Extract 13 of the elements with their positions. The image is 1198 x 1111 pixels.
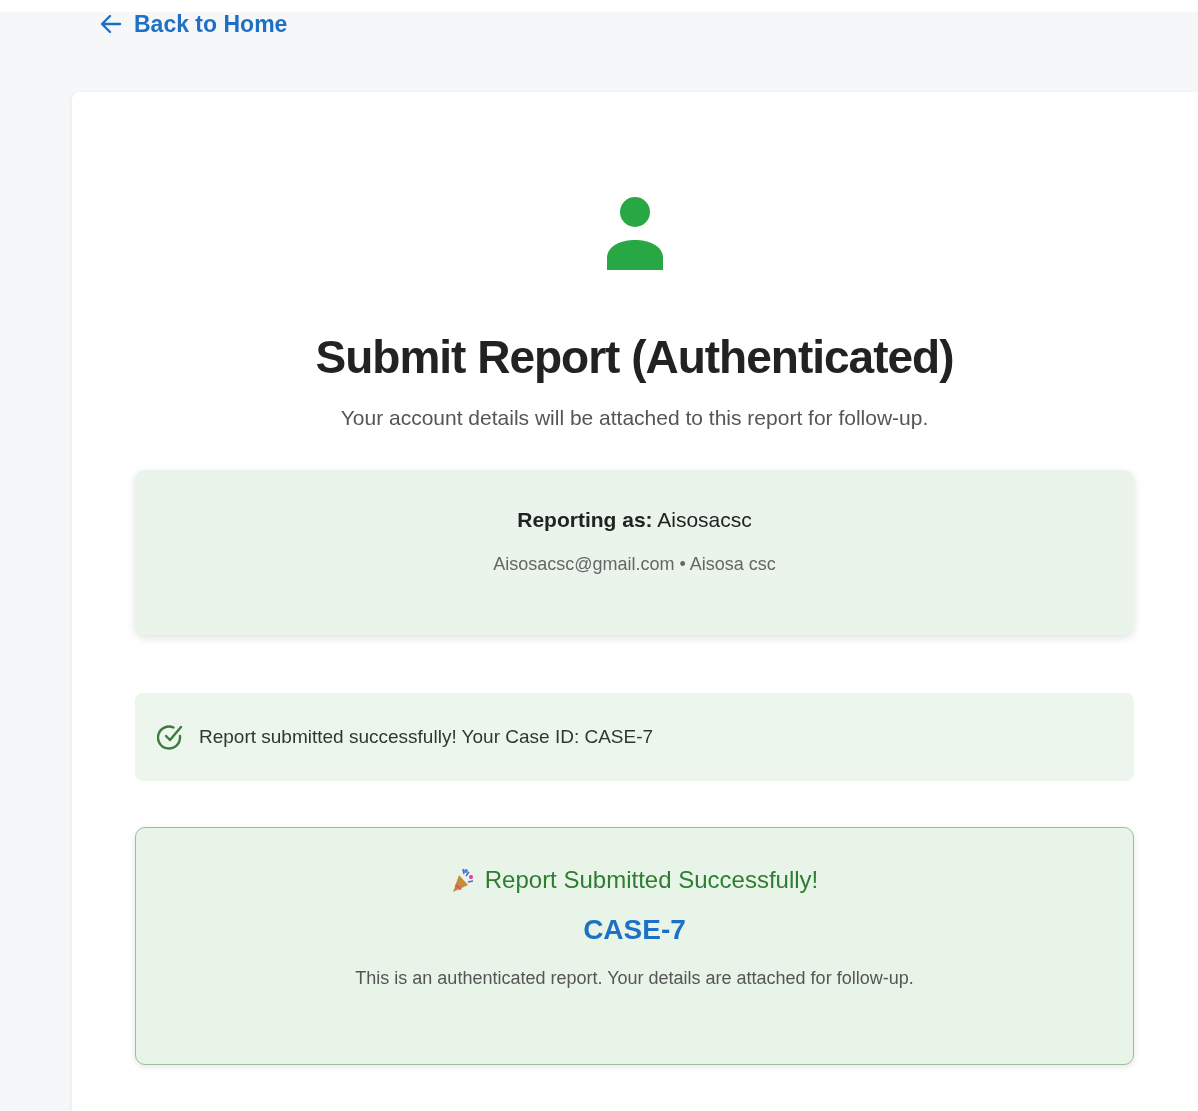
page-title: Submit Report (Authenticated) bbox=[315, 330, 954, 384]
alert-message: Report submitted successfully! Your Case ID: CASE-7 bbox=[199, 726, 654, 748]
success-note: This is an authenticated report. Your details are attached for follow-up. bbox=[355, 968, 914, 989]
person-icon bbox=[606, 196, 663, 270]
reporter-name: Reporting as: Aisosacsc bbox=[517, 508, 752, 532]
party-popper-icon bbox=[450, 867, 475, 893]
back-link[interactable]: Back to Home bbox=[100, 12, 288, 37]
case-id: CASE-7 bbox=[583, 914, 686, 946]
check-circle-icon bbox=[157, 723, 183, 751]
page-subtitle: Your account details will be attached to this report for follow-up. bbox=[340, 406, 929, 430]
success-heading: Report Submitted Successfully! bbox=[484, 866, 819, 894]
back-arrow-icon bbox=[100, 14, 122, 34]
reporter-details: Aisosacsc@gmail.com • Aisosa csc bbox=[493, 554, 776, 575]
